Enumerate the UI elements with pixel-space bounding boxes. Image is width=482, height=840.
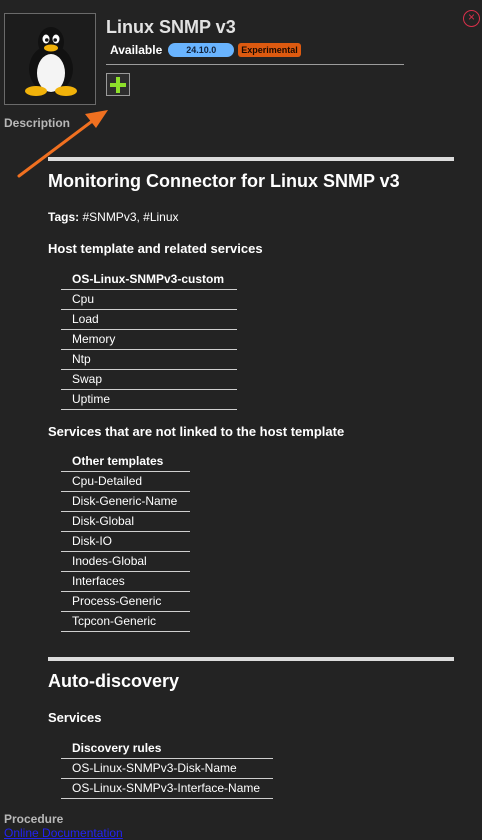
table-header: Other templates [61, 452, 190, 472]
tags-label: Tags: [48, 210, 80, 224]
discovery-title: Auto-discovery [48, 671, 180, 691]
header-divider [106, 64, 404, 65]
table-row: Uptime [61, 390, 237, 410]
table-row: Swap [61, 370, 237, 390]
table-row: Cpu-Detailed [61, 472, 190, 492]
unlinked-section-title: Services that are not linked to the host… [48, 424, 345, 439]
section-divider [48, 657, 454, 661]
connector-logo [4, 13, 96, 105]
table-row: OS-Linux-SNMPv3-Disk-Name [61, 759, 273, 779]
table-row: OS-Linux-SNMPv3-Interface-Name [61, 779, 273, 799]
status-label: Available [110, 43, 163, 57]
tags-line: Tags: #SNMPv3, #Linux [48, 210, 179, 224]
page-title: Linux SNMP v3 [106, 17, 236, 37]
procedure-label: Procedure [4, 812, 64, 826]
discovery-services-title: Services [48, 710, 102, 725]
table-header: Discovery rules [61, 739, 273, 759]
table-row: Interfaces [61, 572, 190, 592]
section-divider [48, 157, 454, 161]
table-row: Disk-IO [61, 532, 190, 552]
discovery-rules-table: Discovery rules OS-Linux-SNMPv3-Disk-Nam… [61, 739, 273, 799]
table-row: Cpu [61, 290, 237, 310]
table-row: Load [61, 310, 237, 330]
table-row: Memory [61, 330, 237, 350]
tags-value: #SNMPv3, #Linux [82, 210, 179, 224]
experimental-badge: Experimental [238, 43, 301, 57]
host-template-table: OS-Linux-SNMPv3-custom Cpu Load Memory N… [61, 270, 237, 410]
table-row: Disk-Generic-Name [61, 492, 190, 512]
table-header: OS-Linux-SNMPv3-custom [61, 270, 237, 290]
table-row: Tcpcon-Generic [61, 612, 190, 632]
host-section-title: Host template and related services [48, 241, 263, 256]
version-badge: 24.10.0 [168, 43, 235, 57]
tux-penguin-icon [25, 27, 77, 96]
table-row: Inodes-Global [61, 552, 190, 572]
online-documentation-link[interactable]: Online Documentation [4, 826, 123, 840]
table-row: Ntp [61, 350, 237, 370]
close-icon[interactable]: × [463, 10, 480, 27]
table-row: Disk-Global [61, 512, 190, 532]
connector-title: Monitoring Connector for Linux SNMP v3 [48, 171, 400, 191]
table-row: Process-Generic [61, 592, 190, 612]
unlinked-services-table: Other templates Cpu-Detailed Disk-Generi… [61, 452, 190, 632]
status-row: Available 24.10.0 Experimental [110, 43, 301, 57]
add-button[interactable] [106, 73, 130, 96]
arrow-annotation [17, 110, 108, 178]
